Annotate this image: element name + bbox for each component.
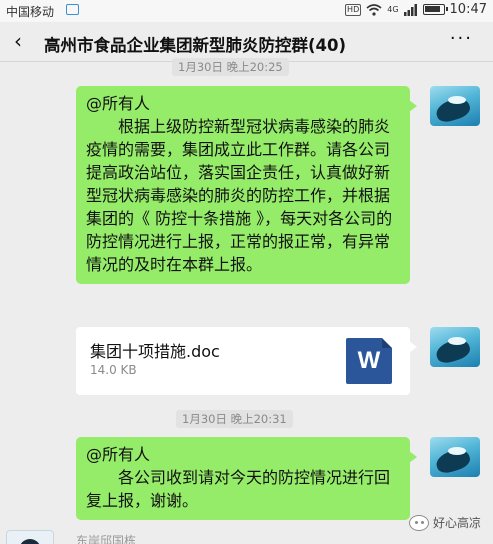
- sender-name: 东岸邱国栋: [76, 534, 137, 544]
- file-message[interactable]: 集团十项措施.doc 14.0 KB W: [76, 327, 417, 395]
- mention-all: @所有人: [86, 445, 151, 464]
- signal-icon: [403, 3, 417, 16]
- mention-all: @所有人: [86, 94, 151, 113]
- message-text: 各公司收到请对今天的防控情况进行回复上报，谢谢。: [86, 468, 391, 510]
- hd-badge: HD: [345, 3, 362, 16]
- sender-avatar[interactable]: [6, 530, 54, 544]
- wifi-icon: [366, 3, 382, 16]
- network-type: 4G: [387, 5, 399, 14]
- message-text: 根据上级防控新型冠状病毒感染的肺炎疫情的需要，集团成立此工作群。请各公司提高政治…: [86, 117, 393, 274]
- status-bar: 中国移动 HD 4G 10:47: [0, 0, 493, 22]
- avatar[interactable]: [430, 327, 480, 367]
- clock: 10:47: [449, 2, 487, 17]
- battery-icon: [422, 4, 448, 15]
- watermark-text: 好心高凉: [432, 516, 481, 530]
- message-bubble[interactable]: @所有人 各公司收到请对今天的防控情况进行回复上报，谢谢。: [76, 437, 417, 520]
- file-name: 集团十项措施.doc: [90, 342, 220, 361]
- message-timestamp: 1月30日 晚上20:25: [172, 58, 289, 76]
- status-indicators: HD 4G 10:47: [345, 2, 487, 17]
- avatar[interactable]: [430, 437, 480, 477]
- chat-header: ‹ 高州市食品企业集团新型肺炎防控群(40) ···: [0, 22, 493, 62]
- more-icon[interactable]: ···: [450, 28, 473, 49]
- back-arrow-icon[interactable]: ‹: [14, 29, 22, 53]
- avatar[interactable]: [430, 86, 480, 126]
- carrier-name: 中国移动: [6, 5, 55, 19]
- message-bubble[interactable]: @所有人 根据上级防控新型冠状病毒感染的肺炎疫情的需要，集团成立此工作群。请各公…: [76, 86, 417, 284]
- message-timestamp: 1月30日 晚上20:31: [176, 410, 293, 428]
- wechat-icon: [408, 514, 429, 531]
- chat-title: 高州市食品企业集团新型肺炎防控群(40): [44, 36, 347, 55]
- file-size: 14.0 KB: [90, 363, 137, 377]
- sim-card-icon: [66, 4, 79, 15]
- watermark: 好心高凉: [408, 514, 481, 531]
- word-doc-icon: W: [346, 338, 392, 384]
